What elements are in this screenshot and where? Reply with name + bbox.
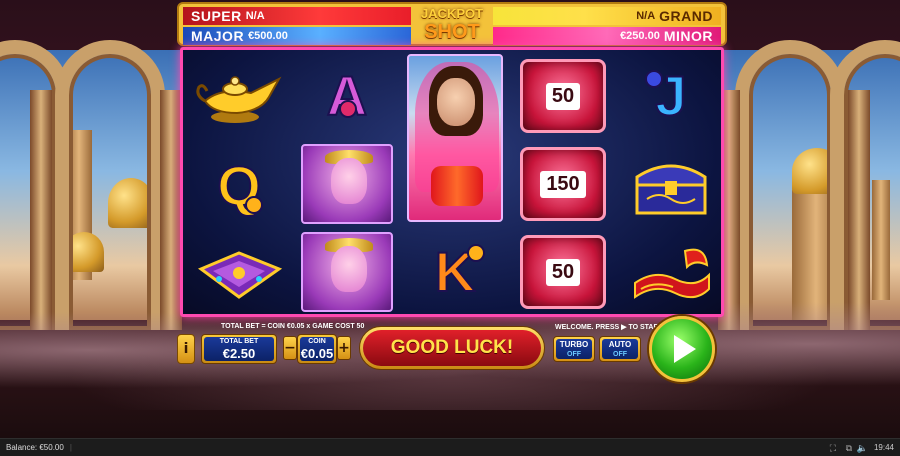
coin-decrease-button[interactable]: −: [283, 336, 297, 360]
symbol-gem-value: 150: [511, 142, 615, 226]
status-message: GOOD LUCK!: [363, 330, 541, 366]
clock: 19:44: [873, 443, 894, 452]
ruby-gem: 50: [520, 59, 606, 133]
symbol-treasure-chest: [619, 144, 723, 228]
turbo-toggle-inner: TURBO OFF: [556, 339, 592, 359]
turbo-state: OFF: [567, 351, 581, 358]
welcome-note: WELCOME. PRESS ▶ TO START: [555, 324, 663, 331]
symbol-jewel-cushion: [187, 232, 291, 316]
fig-icon: [339, 100, 357, 118]
symbol-letter-q: Q: [187, 144, 291, 228]
jackpot-major: MAJOR €500.00: [183, 27, 411, 45]
symbol-letter-j: J: [619, 54, 723, 138]
control-panel: i TOTAL BET = COIN €0.05 x GAME COST 50 …: [177, 316, 727, 382]
symbol-genie: [295, 230, 399, 314]
genie-face: [331, 158, 367, 204]
ruby-gem: 150: [520, 147, 606, 221]
symbol-princess-stacked: [407, 54, 503, 222]
spin-button[interactable]: [649, 316, 715, 382]
auto-play-toggle[interactable]: AUTO OFF: [599, 336, 641, 362]
gem-value-label: 150: [540, 170, 586, 198]
princess-outfit: [431, 166, 483, 206]
play-icon: [674, 335, 696, 363]
jackpot-minor-value: €250.00: [620, 30, 660, 42]
genie-portrait: [301, 144, 393, 224]
jackpot-grand: N/A GRAND: [493, 7, 721, 25]
fullscreen-icon[interactable]: ⛶: [830, 443, 836, 454]
auto-state: OFF: [613, 351, 627, 358]
ruby-gem: 50: [520, 235, 606, 309]
total-bet-display: TOTAL BET €2.50: [201, 334, 277, 364]
jackpot-shot-logo: JACKPOT SHOT: [411, 4, 493, 44]
total-bet-note: TOTAL BET = COIN €0.05 x GAME COST 50: [221, 323, 365, 330]
reel-grid: Q A K 50 150 50 J: [180, 47, 724, 317]
total-bet-inner: TOTAL BET €2.50: [204, 337, 274, 361]
separator: |: [69, 443, 72, 452]
symbol-letter-a: A: [295, 54, 399, 138]
balance-display: Balance: €50.00: [6, 443, 64, 452]
magic-lamp-icon: [196, 76, 282, 123]
auto-label: AUTO: [608, 340, 632, 349]
symbol-magic-lamp: [187, 54, 291, 138]
logo-shot: SHOT: [424, 21, 480, 43]
history-icon[interactable]: ⧉: [846, 443, 852, 454]
message-panel: GOOD LUCK!: [359, 326, 545, 370]
symbol-magic-carpet: [619, 232, 723, 316]
palace-arch: [735, 40, 845, 330]
symbol-genie: [295, 142, 399, 226]
symbol-gem-value: 50: [511, 54, 615, 138]
bottom-status-bar: Balance: €50.00 | ⛶ ⧉ 🔈 19:44: [0, 438, 900, 456]
jackpot-header: SUPER N/A MAJOR €500.00 JACKPOT SHOT N/A…: [177, 2, 727, 46]
coin-value: €0.05: [300, 346, 334, 361]
jackpot-grand-label: GRAND: [659, 8, 713, 24]
jackpot-super-value: N/A: [245, 10, 265, 22]
gem-value-label: 50: [545, 258, 581, 286]
jackpot-minor-label: MINOR: [663, 28, 713, 44]
genie-portrait: [301, 232, 393, 312]
coin-display: COIN €0.05: [297, 334, 337, 364]
paytable-info-button[interactable]: i: [177, 334, 195, 364]
gem-value-label: 50: [545, 82, 581, 110]
symbol-letter-k: K: [403, 230, 507, 314]
jackpot-grand-value: N/A: [636, 10, 656, 22]
sound-icon[interactable]: 🔈: [857, 443, 868, 454]
princess-face: [437, 78, 475, 126]
orange-icon: [245, 196, 263, 214]
symbol-gem-value: 50: [511, 230, 615, 314]
genie-face: [331, 246, 367, 292]
plum-icon: [645, 70, 663, 88]
jackpot-super-label: SUPER: [191, 8, 242, 24]
jewel-cushion-icon: [197, 251, 283, 299]
magic-carpet-icon: [634, 248, 710, 299]
total-bet-value: €2.50: [222, 346, 256, 361]
coin-increase-button[interactable]: +: [337, 336, 351, 360]
treasure-chest-icon: [635, 164, 707, 215]
jackpot-minor: €250.00 MINOR: [493, 27, 721, 45]
coin-label: COIN: [308, 338, 326, 345]
palace-arch: [55, 40, 165, 330]
coin-inner: COIN €0.05: [300, 337, 334, 361]
turbo-label: TURBO: [559, 340, 589, 349]
auto-toggle-inner: AUTO OFF: [602, 339, 638, 359]
jackpot-super: SUPER N/A: [183, 7, 411, 25]
jackpot-major-label: MAJOR: [191, 28, 245, 44]
jackpot-major-value: €500.00: [248, 30, 288, 42]
orange-icon: [467, 244, 485, 262]
turbo-toggle[interactable]: TURBO OFF: [553, 336, 595, 362]
total-bet-label: TOTAL BET: [219, 338, 259, 345]
